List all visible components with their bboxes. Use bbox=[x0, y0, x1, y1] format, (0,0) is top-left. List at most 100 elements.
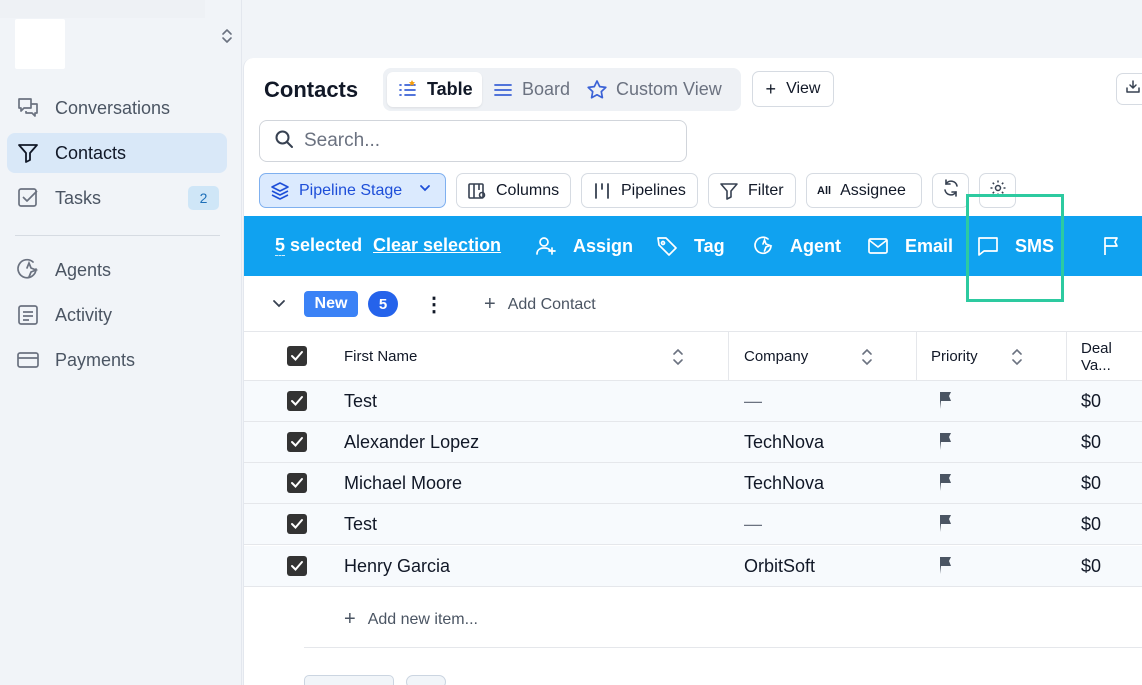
column-header-company[interactable]: Company bbox=[744, 332, 808, 381]
cell-deal-value: $0 bbox=[1081, 391, 1102, 411]
row-checkbox[interactable] bbox=[287, 391, 307, 411]
sidebar-item-payments[interactable]: Payments bbox=[7, 340, 227, 380]
row-checkbox[interactable] bbox=[287, 514, 307, 534]
row-checkbox[interactable] bbox=[287, 473, 307, 493]
cell-company: OrbitSoft bbox=[744, 556, 816, 576]
add-new-item-label: Add new item... bbox=[367, 610, 478, 628]
flag-icon[interactable] bbox=[937, 513, 955, 533]
flag-icon[interactable] bbox=[937, 472, 955, 492]
table-row[interactable]: Test — $0 bbox=[244, 381, 1142, 422]
priority-flag-button[interactable] bbox=[1101, 232, 1139, 260]
email-button[interactable]: Email bbox=[867, 232, 953, 260]
search-input[interactable] bbox=[304, 130, 674, 152]
clear-selection-link[interactable]: Clear selection bbox=[373, 235, 501, 256]
tab-table[interactable]: Table bbox=[387, 72, 482, 107]
sidebar-item-label: Tasks bbox=[55, 187, 102, 208]
tag-label: Tag bbox=[694, 235, 725, 256]
add-view-button[interactable]: + View bbox=[752, 71, 834, 107]
sidebar-item-conversations[interactable]: Conversations bbox=[7, 88, 227, 128]
assignee-all-chip: All bbox=[817, 184, 832, 197]
cell-first-name[interactable]: Alexander Lopez bbox=[344, 422, 479, 463]
tab-custom-view[interactable]: Custom View bbox=[586, 72, 722, 107]
columns-label: Columns bbox=[496, 181, 560, 199]
plus-icon: + bbox=[484, 293, 496, 315]
sort-icon[interactable] bbox=[860, 346, 874, 368]
add-new-item-button[interactable]: + Add new item... bbox=[344, 608, 478, 631]
group-header: New 5 ⋮ + Add Contact bbox=[244, 276, 1142, 332]
tag-button[interactable]: Tag bbox=[656, 232, 725, 260]
cell-deal-value: $0 bbox=[1081, 514, 1102, 534]
cell-first-name[interactable]: Test bbox=[344, 381, 377, 422]
filter-label: Filter bbox=[748, 181, 784, 199]
workspace-switch-chevron-icon[interactable] bbox=[218, 26, 236, 46]
agent-button[interactable]: Agent bbox=[752, 232, 841, 260]
cell-deal-value: $0 bbox=[1081, 473, 1102, 493]
group-stage-tag: New bbox=[304, 291, 358, 317]
pipeline-bars-icon bbox=[592, 181, 612, 201]
more-options-icon[interactable]: ⋮ bbox=[424, 292, 444, 316]
column-header-deal-value[interactable]: Deal Va... bbox=[1081, 332, 1142, 381]
cell-company: TechNova bbox=[744, 473, 825, 493]
user-plus-icon bbox=[535, 235, 557, 257]
sidebar-item-tasks[interactable]: Tasks 2 bbox=[7, 178, 227, 218]
cell-first-name[interactable]: Henry Garcia bbox=[344, 546, 450, 587]
cell-first-name[interactable]: Michael Moore bbox=[344, 463, 462, 504]
sparkle-agent-icon bbox=[15, 257, 41, 283]
row-checkbox[interactable] bbox=[287, 432, 307, 452]
cell-deal-value: $0 bbox=[1081, 432, 1102, 452]
column-header-first-name[interactable]: First Name bbox=[344, 332, 417, 381]
board-lines-icon bbox=[492, 79, 514, 101]
tab-board[interactable]: Board bbox=[492, 72, 570, 107]
column-divider bbox=[728, 332, 729, 381]
card-icon bbox=[15, 347, 41, 373]
collapse-chevron-icon[interactable] bbox=[270, 294, 288, 312]
sidebar-item-contacts[interactable]: Contacts bbox=[7, 133, 227, 173]
cell-company: TechNova bbox=[744, 432, 825, 452]
select-all-checkbox[interactable] bbox=[287, 346, 307, 366]
selected-number: 5 bbox=[275, 235, 286, 256]
add-contact-button[interactable]: + Add Contact bbox=[484, 293, 596, 316]
refresh-button[interactable] bbox=[932, 173, 969, 208]
activity-list-icon bbox=[15, 302, 41, 328]
table-row[interactable]: Michael Moore TechNova $0 bbox=[244, 463, 1142, 504]
cell-deal-value: $0 bbox=[1081, 556, 1102, 576]
column-header-priority[interactable]: Priority bbox=[931, 332, 978, 381]
pipeline-stage-dropdown[interactable]: Pipeline Stage bbox=[259, 173, 446, 208]
assignee-dropdown[interactable]: All Assignee bbox=[806, 173, 922, 208]
flag-icon[interactable] bbox=[937, 390, 955, 410]
star-icon bbox=[586, 79, 608, 101]
flag-icon[interactable] bbox=[937, 555, 955, 575]
sidebar-item-label: Conversations bbox=[55, 97, 171, 118]
pipelines-button[interactable]: Pipelines bbox=[581, 173, 698, 208]
filter-button[interactable]: Filter bbox=[708, 173, 796, 208]
cell-company: — bbox=[744, 391, 762, 411]
sort-icon[interactable] bbox=[671, 346, 685, 368]
sidebar-item-label: Agents bbox=[55, 259, 112, 280]
group-count-badge: 5 bbox=[368, 291, 398, 317]
table-row[interactable]: Henry Garcia OrbitSoft $0 bbox=[244, 546, 1142, 587]
search-box[interactable] bbox=[259, 120, 687, 162]
cell-company: — bbox=[744, 514, 762, 534]
row-checkbox[interactable] bbox=[287, 556, 307, 576]
sort-icon[interactable] bbox=[1010, 346, 1024, 368]
selected-text: selected bbox=[290, 235, 363, 255]
sidebar-item-activity[interactable]: Activity bbox=[7, 295, 227, 335]
add-contact-label: Add Contact bbox=[507, 295, 596, 313]
sparkle-agent-icon bbox=[752, 235, 774, 257]
sidebar-item-agents[interactable]: Agents bbox=[7, 250, 227, 290]
page-title: Contacts bbox=[264, 77, 359, 102]
pipelines-label: Pipelines bbox=[621, 181, 686, 199]
columns-button[interactable]: Columns bbox=[456, 173, 571, 208]
layers-icon bbox=[270, 181, 290, 201]
cell-first-name[interactable]: Test bbox=[344, 504, 377, 545]
tab-label: Board bbox=[522, 79, 571, 99]
export-button[interactable] bbox=[1116, 73, 1142, 105]
workspace-logo[interactable] bbox=[15, 19, 65, 69]
chat-bubbles-icon bbox=[15, 95, 41, 121]
table-row[interactable]: Test — $0 bbox=[244, 504, 1142, 545]
assign-button[interactable]: Assign bbox=[535, 232, 633, 260]
table-row[interactable]: Alexander Lopez TechNova $0 bbox=[244, 422, 1142, 463]
main-panel: Contacts Table Board Custom View + View bbox=[243, 58, 1142, 685]
flag-icon[interactable] bbox=[937, 431, 955, 451]
search-icon bbox=[274, 129, 294, 154]
